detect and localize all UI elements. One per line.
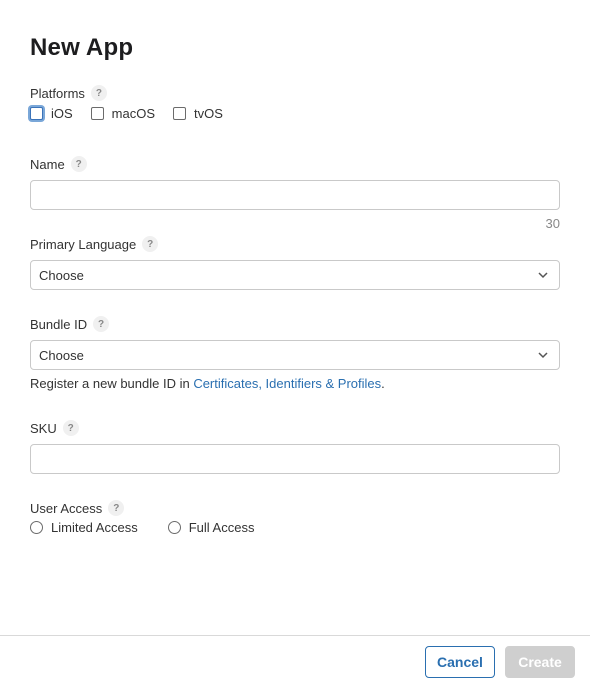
user-access-help-icon[interactable]: ? (108, 500, 125, 516)
ios-checkbox[interactable] (30, 107, 43, 120)
bundle-id-label: Bundle ID (30, 316, 88, 332)
user-access-option-full[interactable]: Full Access (167, 520, 255, 535)
user-access-option-limited[interactable]: Limited Access (30, 520, 138, 535)
platforms-label-row: Platforms ? (30, 85, 107, 101)
register-bundle-id-text: Register a new bundle ID in Certificates… (30, 376, 385, 391)
name-label-row: Name ? (30, 156, 87, 172)
sku-label-row: SKU ? (30, 420, 79, 436)
footer-divider (0, 635, 590, 636)
user-access-label-row: User Access ? (30, 500, 125, 516)
full-access-radio[interactable] (167, 521, 181, 534)
macos-checkbox[interactable] (90, 107, 104, 120)
certificates-identifiers-profiles-link[interactable]: Certificates, Identifiers & Profiles (193, 376, 381, 391)
platforms-help-icon[interactable]: ? (90, 85, 107, 101)
platforms-options: iOS macOS tvOS (30, 106, 241, 121)
bundle-id-label-row: Bundle ID ? (30, 316, 110, 332)
register-prefix-text: Register a new bundle ID in (30, 376, 194, 391)
cancel-button[interactable]: Cancel (425, 646, 495, 678)
primary-language-help-icon[interactable]: ? (142, 236, 159, 252)
platform-option-macos[interactable]: macOS (90, 106, 156, 121)
full-access-label: Full Access (188, 520, 255, 535)
ios-checkbox-label: iOS (51, 106, 73, 121)
platform-option-ios[interactable]: iOS (30, 106, 73, 121)
name-character-counter: 30 (545, 216, 560, 231)
sku-help-icon[interactable]: ? (62, 420, 79, 436)
chevron-down-icon (538, 272, 548, 279)
limited-access-label: Limited Access (51, 520, 138, 535)
platform-option-tvos[interactable]: tvOS (173, 106, 223, 121)
primary-language-selected-value: Choose (39, 267, 84, 283)
platforms-label: Platforms (30, 85, 85, 101)
tvos-checkbox-label: tvOS (194, 106, 223, 121)
macos-checkbox-label: macOS (111, 106, 156, 121)
primary-language-label-row: Primary Language ? (30, 236, 159, 252)
register-suffix-text: . (381, 376, 385, 391)
create-button[interactable]: Create (505, 646, 575, 678)
tvos-checkbox[interactable] (173, 107, 187, 120)
chevron-down-icon (538, 352, 548, 359)
limited-access-radio[interactable] (30, 521, 43, 534)
sku-input[interactable] (30, 444, 560, 474)
bundle-id-help-icon[interactable]: ? (93, 316, 110, 332)
name-help-icon[interactable]: ? (70, 156, 87, 172)
name-label: Name (30, 156, 65, 172)
bundle-id-selected-value: Choose (39, 347, 84, 363)
primary-language-label: Primary Language (30, 236, 137, 252)
dialog-title: New App (30, 34, 134, 61)
new-app-dialog: New App Platforms ? iOS macOS tvOS Name … (0, 0, 590, 686)
name-input[interactable] (30, 180, 560, 210)
primary-language-select[interactable]: Choose (30, 260, 560, 290)
user-access-options: Limited Access Full Access (30, 520, 284, 535)
sku-label: SKU (30, 420, 57, 436)
user-access-label: User Access (30, 500, 103, 516)
bundle-id-select[interactable]: Choose (30, 340, 560, 370)
